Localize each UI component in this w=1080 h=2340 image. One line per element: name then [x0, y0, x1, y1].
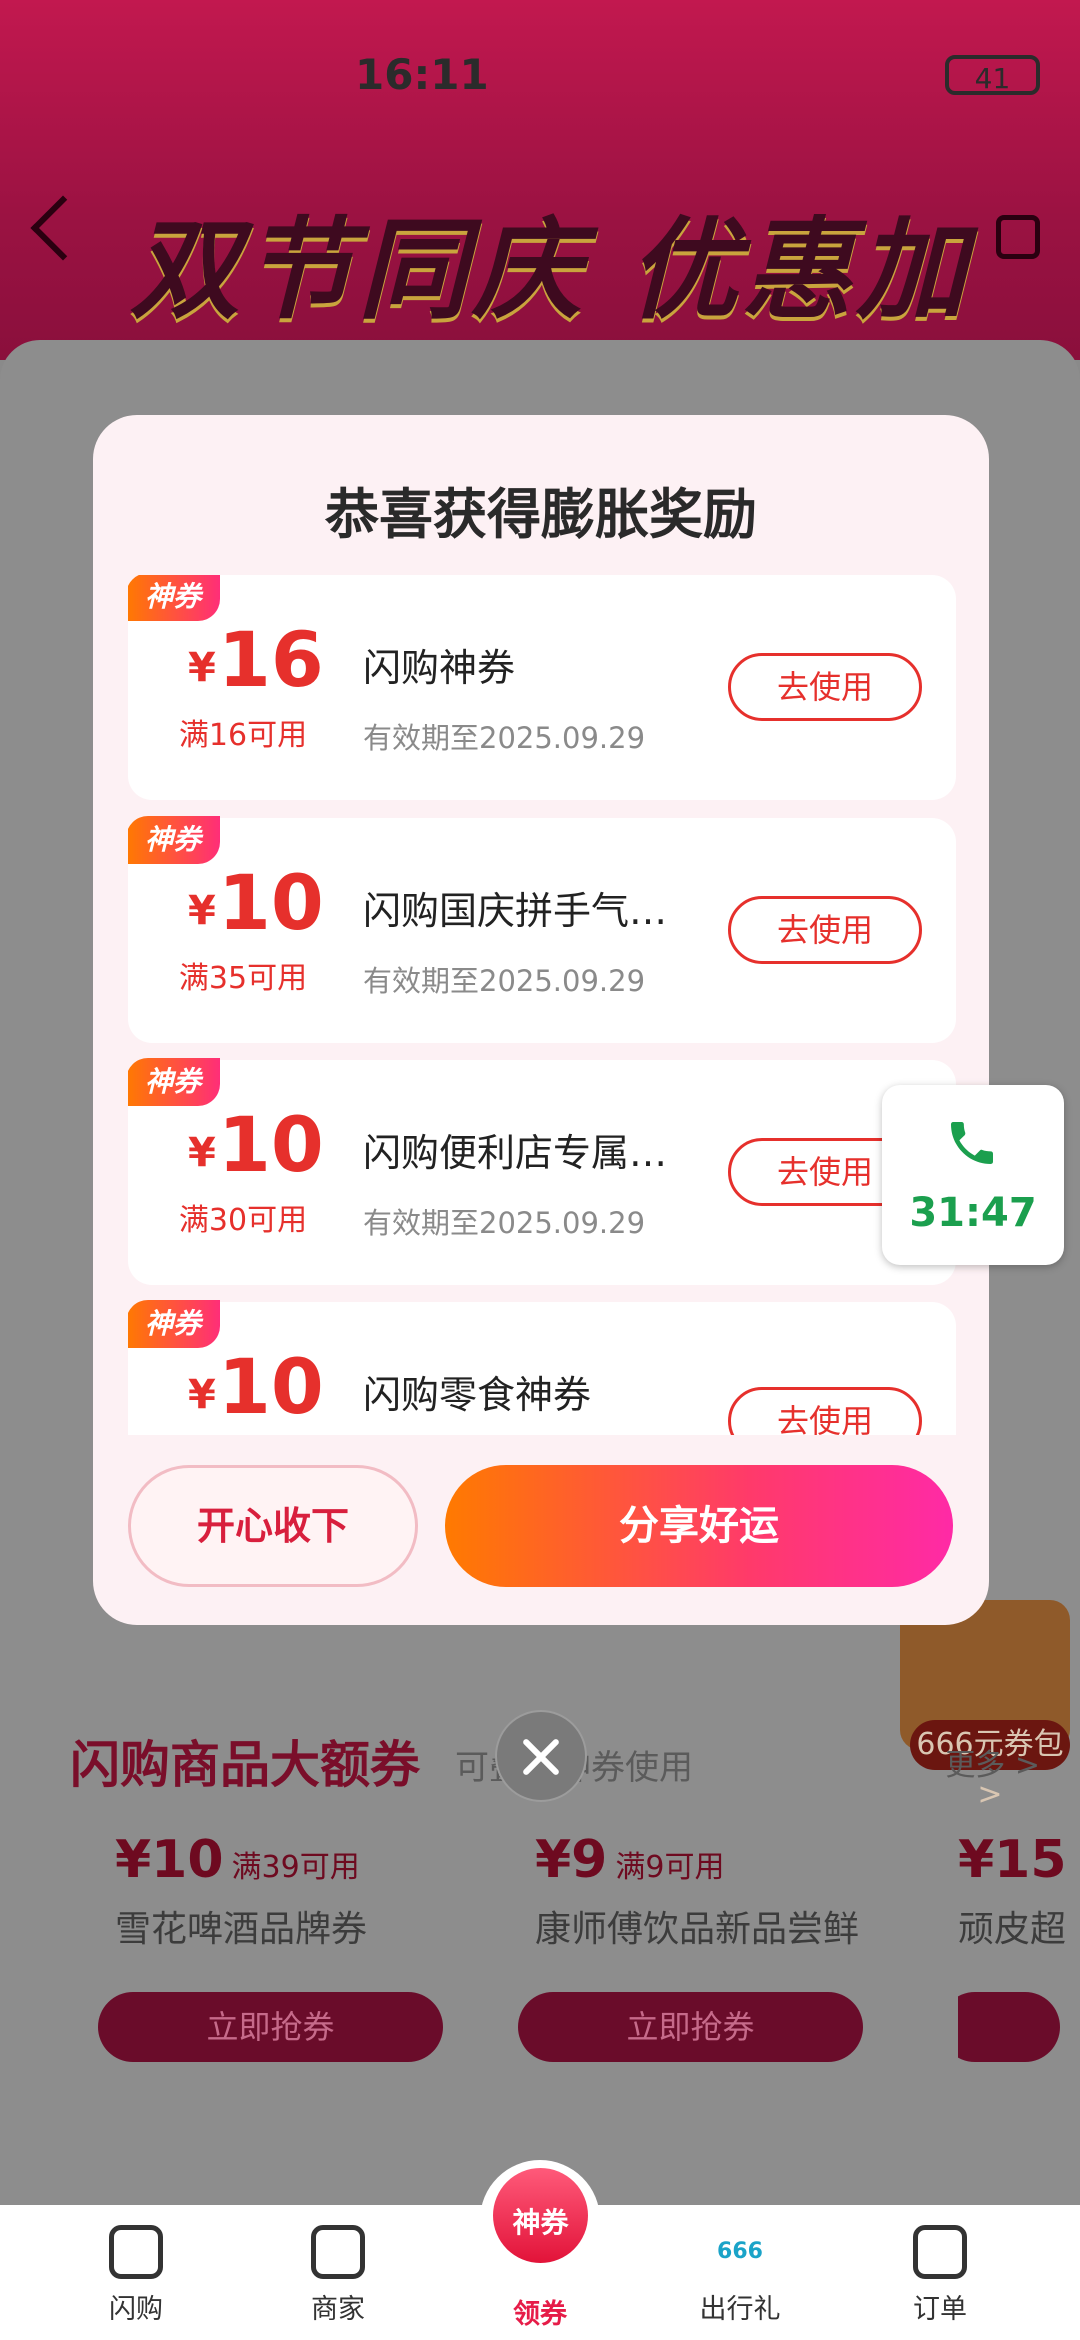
grab-coupon-button[interactable]: 立即抢券: [98, 1992, 443, 2062]
coupon-tag: 神券: [128, 575, 220, 621]
tab-coupons[interactable]: 领券: [480, 2292, 600, 2331]
bg-card-price: ¥10: [115, 1830, 224, 1890]
grab-coupon-button[interactable]: 立即抢券: [518, 1992, 863, 2062]
bg-coupon-card: ¥10 满39可用 雪花啤酒品牌券 立即抢券: [98, 1830, 475, 2100]
666-icon: 666: [717, 2239, 763, 2264]
coupon-validity: 有效期至2025.09.29: [363, 964, 646, 998]
coupon-currency: ¥: [188, 888, 216, 934]
coupon-tag: 神券: [128, 1300, 220, 1348]
coupon-title: 闪购国庆拼手气…: [363, 889, 668, 933]
status-time: 16:11: [355, 50, 489, 99]
close-icon[interactable]: [495, 1710, 587, 1802]
bg-card-name: 康师傅饮品新品尝鲜: [535, 1909, 860, 1950]
use-coupon-button[interactable]: 去使用: [728, 1387, 922, 1435]
coupon-amount: 10: [218, 1100, 324, 1189]
coupon-currency: ¥: [188, 1372, 216, 1418]
tab-shangou[interactable]: 闪购: [76, 2225, 196, 2326]
coupon-list[interactable]: 神券 ¥ 16 满16可用 闪购神券 有效期至2025.09.29 去使用 神券…: [128, 575, 956, 1435]
coupon-title: 闪购神券: [363, 646, 516, 690]
bg-card-name: 雪花啤酒品牌券: [115, 1909, 368, 1950]
tab-label: 领券: [513, 2299, 567, 2330]
tab-label: 订单: [913, 2294, 967, 2325]
share-luck-button[interactable]: 分享好运: [445, 1465, 953, 1587]
tab-label: 商家: [311, 2294, 365, 2325]
order-icon: [913, 2225, 967, 2279]
store-icon: [311, 2225, 365, 2279]
coupon-title: 闪购便利店专属…: [363, 1131, 668, 1175]
tab-merchants[interactable]: 商家: [278, 2225, 398, 2326]
tab-label: 出行礼: [699, 2294, 781, 2325]
phone-icon: [951, 1122, 993, 1164]
coupon-card: 神券 ¥ 10 满35可用 闪购国庆拼手气… 有效期至2025.09.29 去使…: [128, 816, 956, 1043]
section-more-link[interactable]: 更多 >: [945, 1740, 1040, 1784]
tab-label: 闪购: [109, 2294, 163, 2325]
bg-coupon-card: ¥9 满9可用 康师傅饮品新品尝鲜 立即抢券: [518, 1830, 895, 2100]
coupon-card: 神券 ¥ 10 闪购零食神券 去使用: [128, 1300, 956, 1435]
use-coupon-button[interactable]: 去使用: [728, 653, 922, 721]
share-icon[interactable]: [996, 215, 1040, 259]
tab-orders[interactable]: 订单: [880, 2225, 1000, 2326]
use-coupon-button[interactable]: 去使用: [728, 896, 922, 964]
call-widget[interactable]: 31:47: [882, 1085, 1064, 1265]
accept-button[interactable]: 开心收下: [128, 1465, 418, 1587]
coupon-tag: 神券: [128, 1058, 220, 1106]
section-title: 闪购商品大额券: [70, 1736, 420, 1794]
bg-card-condition: 满39可用: [231, 1850, 360, 1885]
grab-coupon-button[interactable]: [958, 1992, 1060, 2062]
modal-title: 恭喜获得膨胀奖励: [325, 483, 757, 546]
coupon-amount: 10: [218, 1342, 324, 1431]
coupon-badge-icon[interactable]: 神券: [493, 2168, 588, 2263]
coupon-validity: 有效期至2025.09.29: [363, 721, 646, 755]
coupon-card: 神券 ¥ 10 满30可用 闪购便利店专属… 有效期至2025.09.29 去使…: [128, 1058, 956, 1285]
coupon-title: 闪购零食神券: [363, 1373, 592, 1417]
bg-card-price: ¥9: [535, 1830, 608, 1890]
call-duration: 31:47: [909, 1190, 1037, 1236]
bg-card-name: 顽皮超: [958, 1909, 1067, 1950]
coupon-amount: 10: [218, 858, 324, 947]
coupon-amount: 16: [218, 615, 324, 704]
coupon-card: 神券 ¥ 16 满16可用 闪购神券 有效期至2025.09.29 去使用: [128, 575, 956, 800]
coupon-currency: ¥: [188, 645, 216, 691]
bg-card-price: ¥15: [958, 1830, 1067, 1890]
coupon-condition: 满16可用: [178, 718, 308, 753]
coupon-validity: 有效期至2025.09.29: [363, 1206, 646, 1240]
bag-icon: [109, 2225, 163, 2279]
tab-travel-gift[interactable]: 666 出行礼: [680, 2225, 800, 2326]
coupon-currency: ¥: [188, 1130, 216, 1176]
coupon-condition: 满30可用: [178, 1203, 308, 1238]
battery-icon: 41: [945, 55, 1040, 95]
coupon-tag: 神券: [128, 816, 220, 864]
coupon-condition: 满35可用: [178, 961, 308, 996]
bg-coupon-card: ¥15 顽皮超: [958, 1830, 1080, 2100]
reward-modal: 恭喜获得膨胀奖励 神券 ¥ 16 满16可用 闪购神券 有效期至2025.09.…: [93, 415, 989, 1625]
bg-card-condition: 满9可用: [615, 1850, 725, 1885]
